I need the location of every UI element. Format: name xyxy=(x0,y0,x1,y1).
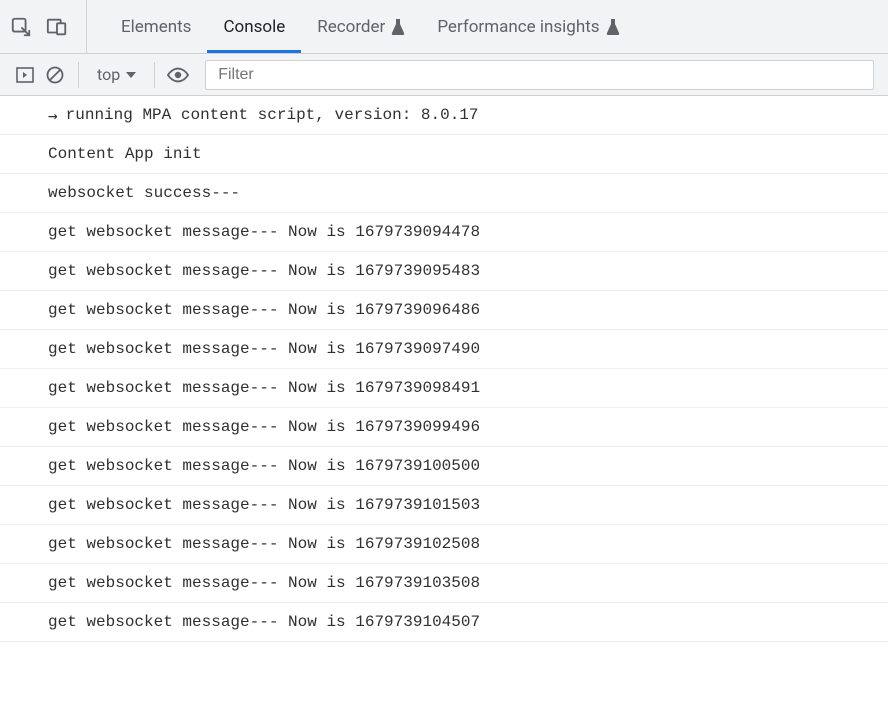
console-row[interactable]: get websocket message--- Now is 16797391… xyxy=(0,447,888,486)
console-row[interactable]: get websocket message--- Now is 16797391… xyxy=(0,486,888,525)
tab-recorder[interactable]: Recorder xyxy=(301,0,421,53)
inspect-element-icon[interactable] xyxy=(10,16,32,38)
console-row[interactable]: → running MPA content script, version: 8.… xyxy=(0,96,888,135)
console-row[interactable]: get websocket message--- Now is 16797390… xyxy=(0,369,888,408)
console-row[interactable]: get websocket message--- Now is 16797391… xyxy=(0,525,888,564)
live-expression-icon[interactable] xyxy=(167,64,189,86)
console-message-text: get websocket message--- Now is 16797390… xyxy=(48,223,480,241)
execution-context-selector[interactable]: top xyxy=(91,65,142,84)
tab-label: Performance insights xyxy=(437,17,599,37)
console-message-text: get websocket message--- Now is 16797391… xyxy=(48,496,480,514)
console-message-text: get websocket message--- Now is 16797391… xyxy=(48,613,480,631)
console-row[interactable]: websocket success--- xyxy=(0,174,888,213)
console-row[interactable]: get websocket message--- Now is 16797390… xyxy=(0,408,888,447)
tab-label: Recorder xyxy=(317,17,385,37)
console-output: → running MPA content script, version: 8.… xyxy=(0,96,888,642)
flask-icon xyxy=(606,20,620,34)
filter-input[interactable] xyxy=(205,60,874,90)
console-message-text: get websocket message--- Now is 16797391… xyxy=(48,574,480,592)
console-message-text: get websocket message--- Now is 16797390… xyxy=(48,301,480,319)
header-icon-group xyxy=(10,0,87,53)
console-message-text: get websocket message--- Now is 16797391… xyxy=(48,535,480,553)
toolbar-separator xyxy=(154,62,155,88)
console-message-text: get websocket message--- Now is 16797390… xyxy=(48,340,480,358)
console-row[interactable]: get websocket message--- Now is 16797390… xyxy=(0,330,888,369)
tab-label: Elements xyxy=(121,17,191,37)
tab-elements[interactable]: Elements xyxy=(105,0,207,53)
tab-console[interactable]: Console xyxy=(207,0,301,53)
console-row[interactable]: get websocket message--- Now is 16797391… xyxy=(0,564,888,603)
console-row[interactable]: get websocket message--- Now is 16797390… xyxy=(0,291,888,330)
devtools-tabbar: Elements Console Recorder Performance in… xyxy=(0,0,888,54)
console-message-text: websocket success--- xyxy=(48,184,240,202)
console-message-text: running MPA content script, version: 8.0… xyxy=(66,106,479,124)
console-message-text: get websocket message--- Now is 16797390… xyxy=(48,262,480,280)
console-message-text: get websocket message--- Now is 16797390… xyxy=(48,418,480,436)
flask-icon xyxy=(391,20,405,34)
console-toolbar: top xyxy=(0,54,888,96)
console-row[interactable]: get websocket message--- Now is 16797390… xyxy=(0,213,888,252)
console-message-text: get websocket message--- Now is 16797390… xyxy=(48,379,480,397)
toggle-sidebar-icon[interactable] xyxy=(14,64,36,86)
console-row[interactable]: Content App init xyxy=(0,135,888,174)
context-label: top xyxy=(97,65,120,84)
toolbar-separator xyxy=(78,62,79,88)
chevron-down-icon xyxy=(126,71,136,79)
device-toolbar-icon[interactable] xyxy=(46,16,68,38)
arrow-icon: → xyxy=(48,106,58,125)
clear-console-icon[interactable] xyxy=(44,64,66,86)
tab-label: Console xyxy=(223,17,285,37)
tab-performance-insights[interactable]: Performance insights xyxy=(421,0,635,53)
tab-strip: Elements Console Recorder Performance in… xyxy=(87,0,636,53)
console-row[interactable]: get websocket message--- Now is 16797390… xyxy=(0,252,888,291)
console-message-text: Content App init xyxy=(48,145,202,163)
console-row[interactable]: get websocket message--- Now is 16797391… xyxy=(0,603,888,642)
console-message-text: get websocket message--- Now is 16797391… xyxy=(48,457,480,475)
